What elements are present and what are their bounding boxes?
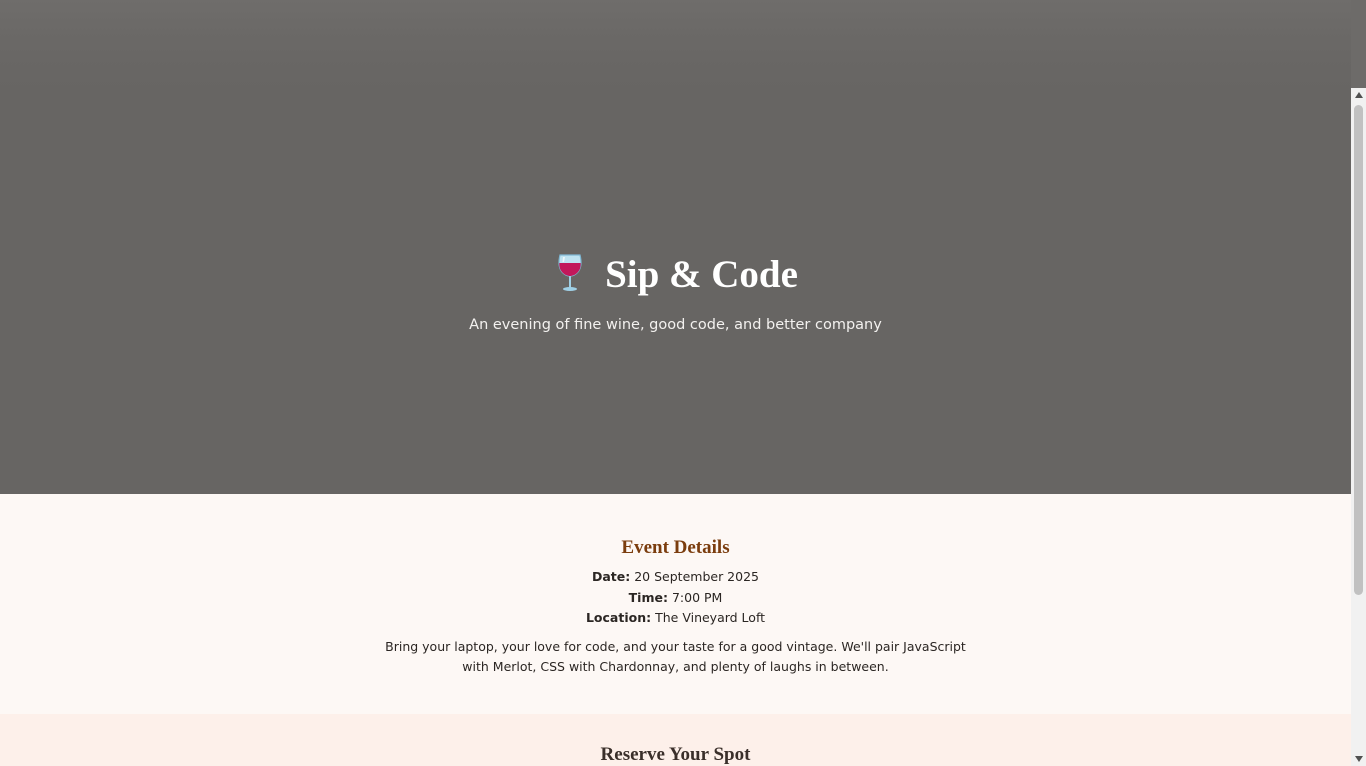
event-time: Time: 7:00 PM [0,589,1351,607]
event-details-section: Event Details Date: 20 September 2025 Ti… [0,494,1351,714]
wine-glass-icon [553,253,587,293]
event-date-label: Date: [591,569,631,584]
event-location: Location: The Vineyard Loft [0,609,1351,627]
hero-top-band [0,0,1351,90]
scrollbar-top-area [1351,0,1366,88]
event-details-heading: Event Details [621,537,730,558]
event-time-label: Time: [628,590,668,605]
event-time-value: 7:00 PM [671,590,723,605]
event-date-value: 20 September 2025 [634,569,759,584]
vertical-scrollbar[interactable] [1351,88,1366,766]
reserve-section: Reserve Your Spot [0,714,1351,766]
hero-title-text: Sip & Code [605,253,798,296]
scrollbar-thumb[interactable] [1354,105,1363,595]
hero-title: Sip & Code [0,248,1351,302]
event-location-value: The Vineyard Loft [655,610,766,625]
scroll-down-arrow-icon[interactable] [1351,752,1366,766]
scroll-up-arrow-icon[interactable] [1351,88,1366,102]
reserve-heading: Reserve Your Spot [600,744,751,765]
event-description: Bring your laptop, your love for code, a… [385,639,966,674]
hero-tagline: An evening of fine wine, good code, and … [469,317,882,333]
hero-section: Sip & Code An evening of fine wine, good… [0,0,1351,494]
event-location-label: Location: [585,610,652,625]
page: Sip & Code An evening of fine wine, good… [0,0,1351,766]
event-date: Date: 20 September 2025 [0,568,1351,586]
